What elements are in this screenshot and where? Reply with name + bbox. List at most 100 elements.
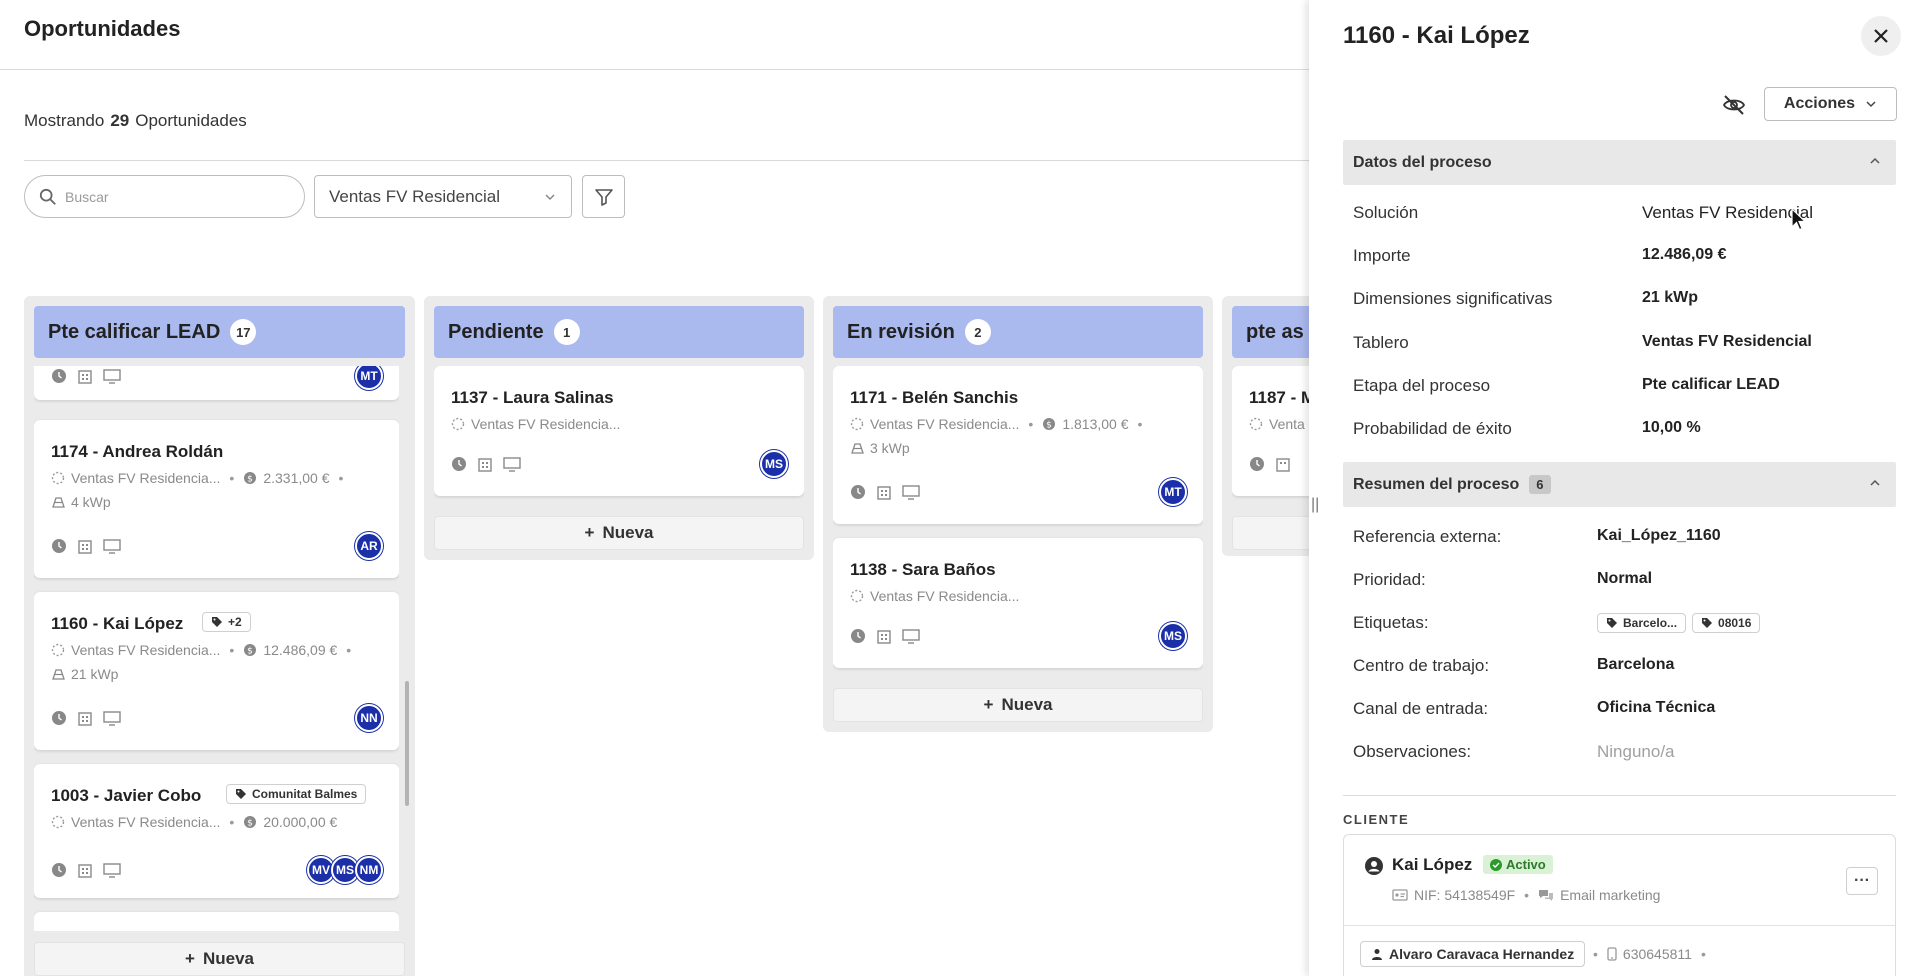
- card-list[interactable]: MT 1174 - Andrea Roldán Ventas FV Reside…: [34, 366, 399, 931]
- chat-icon: [1539, 890, 1554, 901]
- client-details: NIF: 54138549F • Email marketing: [1392, 887, 1660, 903]
- column-header[interactable]: Pendiente 1: [434, 306, 804, 358]
- client-name[interactable]: Kai López: [1392, 855, 1472, 875]
- kanban-column: Pte calificar LEAD 17 MT 1174 - Andrea R…: [24, 296, 415, 976]
- opportunity-card[interactable]: 1003 - Javier Cobo Comunitat Balmes Vent…: [34, 764, 399, 898]
- new-opportunity-button[interactable]: + Nueva: [434, 516, 804, 550]
- solar-panel-icon: [52, 497, 65, 508]
- more-options-button[interactable]: ···: [1846, 867, 1878, 895]
- card-icons: [51, 862, 121, 878]
- search-input[interactable]: [65, 188, 285, 205]
- actions-dropdown[interactable]: Acciones: [1764, 87, 1897, 121]
- process-data-section-header[interactable]: Datos del proceso: [1343, 140, 1896, 185]
- building-icon: [1276, 458, 1290, 472]
- detail-row: Etiquetas: Barcelo... 08016: [1353, 613, 1893, 637]
- card-meta: Ventas FV Residencia... • $ 2.331,00 € •: [51, 470, 346, 486]
- board-select[interactable]: Ventas FV Residencial: [314, 175, 572, 218]
- card-power: 4 kWp: [51, 494, 111, 510]
- card-icons: [850, 628, 920, 644]
- opportunity-card[interactable]: 1138 - Sara Baños Ventas FV Residencia..…: [833, 538, 1203, 668]
- progress-icon: [850, 417, 864, 431]
- column-header[interactable]: En revisión 2: [833, 306, 1203, 358]
- divider: [1344, 925, 1895, 926]
- hide-button[interactable]: [1719, 90, 1749, 120]
- avatar[interactable]: MT: [355, 366, 383, 390]
- card-title: 1137 - Laura Salinas: [451, 388, 614, 407]
- card-list[interactable]: 1137 - Laura Salinas Ventas FV Residenci…: [434, 366, 804, 506]
- card-meta: Ventas FV Residencia...: [850, 588, 1019, 604]
- section-count: 6: [1529, 475, 1551, 494]
- monitor-icon: [103, 711, 121, 726]
- tag-chip: +2: [202, 612, 251, 632]
- column-count: 2: [964, 319, 991, 345]
- opportunity-card[interactable]: [34, 912, 399, 931]
- detail-row: Canal de entrada: Oficina Técnica: [1353, 699, 1716, 718]
- detail-row: Centro de trabajo: Barcelona: [1353, 656, 1675, 675]
- card-icons: [51, 368, 121, 384]
- id-card-icon: [1392, 889, 1408, 901]
- phone-icon: [1607, 947, 1617, 961]
- avatar[interactable]: NM: [355, 856, 383, 884]
- svg-text:$: $: [247, 475, 253, 485]
- opportunity-card[interactable]: 1160 - Kai López +2 Ventas FV Residencia…: [34, 592, 399, 750]
- avatar[interactable]: MT: [1159, 478, 1187, 506]
- building-icon: [877, 630, 891, 644]
- card-meta: Venta: [1249, 416, 1305, 432]
- opportunity-card[interactable]: 1137 - Laura Salinas Ventas FV Residenci…: [434, 366, 804, 496]
- contact-chip[interactable]: Alvaro Caravaca Hernandez: [1360, 941, 1586, 967]
- building-icon: [78, 370, 92, 384]
- new-opportunity-button[interactable]: + Nueva: [34, 942, 405, 976]
- tag-chip: Comunitat Balmes: [226, 784, 367, 804]
- search-box[interactable]: [24, 175, 305, 218]
- column-title: pte as: [1246, 320, 1304, 343]
- detail-row: Probabilidad de éxito 10,00 %: [1353, 419, 1701, 438]
- process-summary-section-header[interactable]: Resumen del proceso 6: [1343, 462, 1896, 507]
- results-count: 29: [110, 111, 130, 130]
- avatar[interactable]: MS: [1159, 622, 1187, 650]
- tag-icon: [212, 617, 222, 627]
- progress-icon: [1249, 417, 1263, 431]
- svg-text:$: $: [1046, 421, 1052, 431]
- svg-text:$: $: [247, 647, 253, 657]
- money-icon: $: [1043, 418, 1056, 431]
- column-title: Pendiente: [448, 320, 544, 343]
- progress-icon: [850, 589, 864, 603]
- card-list[interactable]: 1171 - Belén Sanchis Ventas FV Residenci…: [833, 366, 1203, 686]
- column-header[interactable]: Pte calificar LEAD 17: [34, 306, 405, 358]
- drawer-resize-handle[interactable]: ||: [1311, 496, 1319, 514]
- detail-row: Solución Ventas FV Residencial: [1353, 203, 1814, 222]
- search-icon: [39, 188, 56, 205]
- card-power: 21 kWp: [51, 666, 118, 682]
- building-icon: [478, 458, 492, 472]
- opportunity-card[interactable]: 1174 - Andrea Roldán Ventas FV Residenci…: [34, 420, 399, 578]
- building-icon: [877, 486, 891, 500]
- filter-button[interactable]: [582, 175, 625, 218]
- opportunity-card[interactable]: MT: [34, 366, 399, 400]
- card-title: 1160 - Kai López: [51, 614, 184, 633]
- avatar[interactable]: MS: [760, 450, 788, 478]
- opportunity-card[interactable]: 1171 - Belén Sanchis Ventas FV Residenci…: [833, 366, 1203, 524]
- tag-icon: [1702, 618, 1713, 628]
- new-opportunity-button[interactable]: + Nueva: [833, 688, 1203, 722]
- status-badge: Activo: [1483, 855, 1553, 874]
- card-icons: [850, 484, 920, 500]
- detail-row: Referencia externa: Kai_López_1160: [1353, 527, 1721, 546]
- card-title: 1171 - Belén Sanchis: [850, 388, 1019, 407]
- chevron-down-icon: [545, 193, 555, 200]
- close-button[interactable]: [1861, 16, 1901, 56]
- tag-chip[interactable]: Barcelo...: [1597, 613, 1687, 633]
- results-summary: Mostrando 29 Oportunidades: [24, 111, 247, 130]
- svg-text:$: $: [247, 819, 253, 829]
- monitor-icon: [103, 369, 121, 384]
- filter-icon: [594, 188, 613, 206]
- chevron-down-icon: [1866, 101, 1876, 108]
- clock-icon: [52, 539, 66, 553]
- clock-icon: [52, 711, 66, 725]
- avatar[interactable]: NN: [355, 704, 383, 732]
- card-icons: [51, 538, 121, 554]
- progress-icon: [51, 643, 65, 657]
- user-circle-icon: [1365, 857, 1383, 875]
- scrollbar[interactable]: [405, 681, 409, 806]
- avatar[interactable]: AR: [355, 532, 383, 560]
- tag-chip[interactable]: 08016: [1692, 613, 1761, 633]
